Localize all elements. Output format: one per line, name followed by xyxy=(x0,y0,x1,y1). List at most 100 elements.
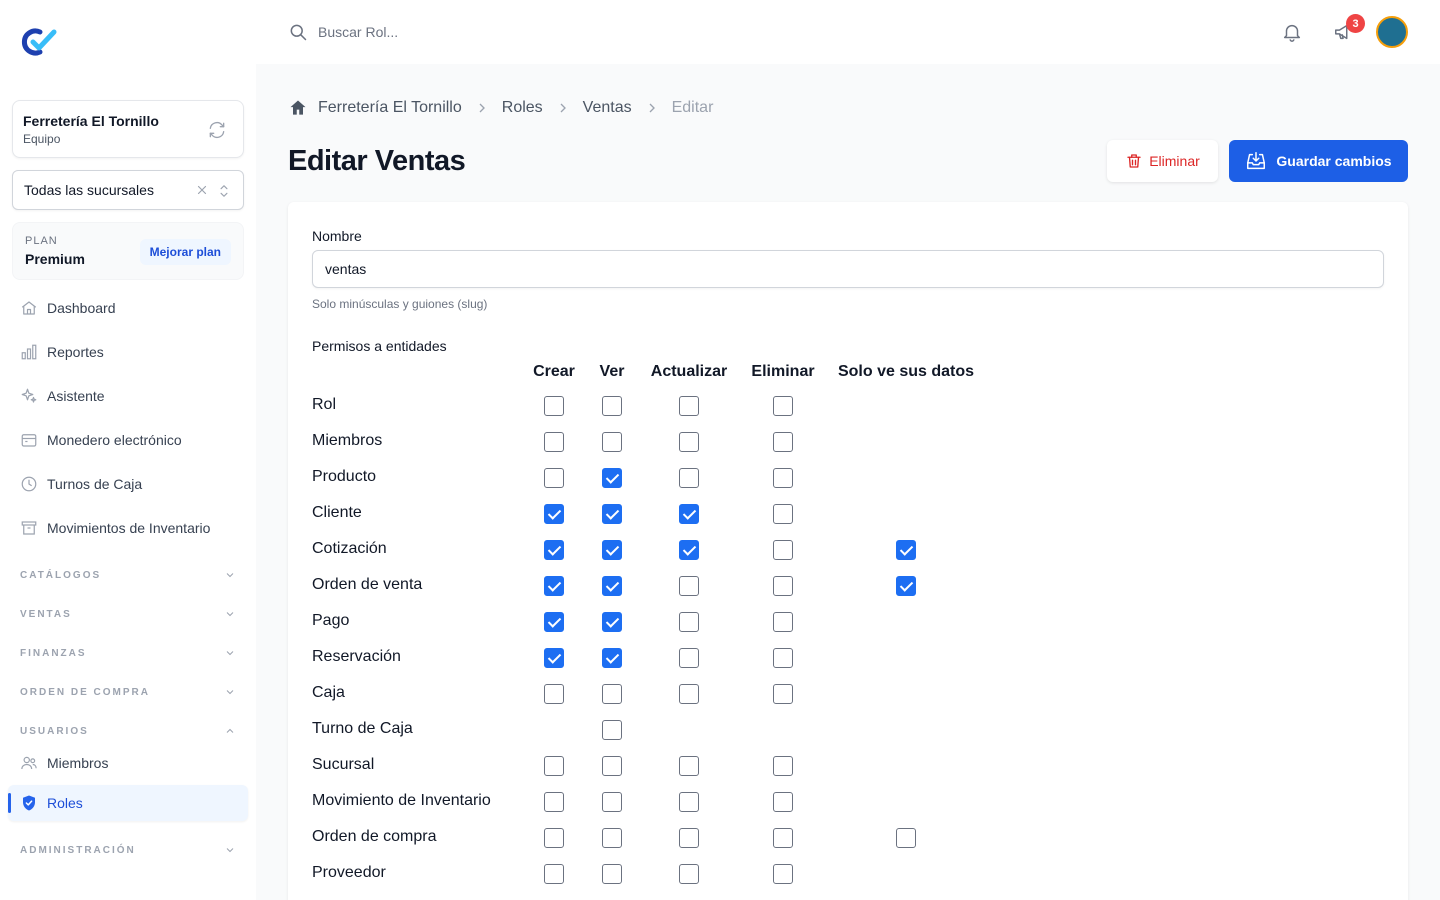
permission-checkbox-actualizar[interactable] xyxy=(679,864,699,884)
permission-checkbox-actualizar[interactable] xyxy=(679,756,699,776)
permission-checkbox-crear[interactable] xyxy=(544,468,564,488)
bell-icon[interactable] xyxy=(1281,21,1303,43)
permission-checkbox-crear[interactable] xyxy=(544,576,564,596)
delete-button[interactable]: Eliminar xyxy=(1107,140,1218,182)
sidebar-section-orden-compra[interactable]: ORDEN DE COMPRA xyxy=(20,684,236,700)
permission-row-label: Miembros xyxy=(312,432,383,449)
permission-checkbox-ver[interactable] xyxy=(602,504,622,524)
sidebar-item-reportes[interactable]: Reportes xyxy=(12,334,248,370)
sidebar-item-asistente[interactable]: Asistente xyxy=(12,378,248,414)
search-input[interactable] xyxy=(318,18,818,46)
permission-row-label: Orden de venta xyxy=(312,576,423,593)
permission-checkbox-actualizar[interactable] xyxy=(679,432,699,452)
permission-checkbox-ver[interactable] xyxy=(602,576,622,596)
app-logo-icon[interactable] xyxy=(18,26,58,58)
permission-checkbox-actualizar[interactable] xyxy=(679,396,699,416)
branch-select[interactable]: Todas las sucursales xyxy=(12,170,244,210)
save-button[interactable]: Guardar cambios xyxy=(1229,140,1408,182)
permission-checkbox-ver[interactable] xyxy=(602,648,622,668)
search-icon xyxy=(290,24,307,41)
permission-checkbox-eliminar[interactable] xyxy=(773,792,793,812)
permission-checkbox-crear[interactable] xyxy=(544,504,564,524)
permission-checkbox-solo-sus-datos[interactable] xyxy=(896,540,916,560)
permission-checkbox-eliminar[interactable] xyxy=(773,612,793,632)
permission-checkbox-eliminar[interactable] xyxy=(773,756,793,776)
breadcrumb-ventas[interactable]: Ventas xyxy=(583,99,632,117)
permission-checkbox-actualizar[interactable] xyxy=(679,468,699,488)
permission-checkbox-eliminar[interactable] xyxy=(773,468,793,488)
sidebar-section-administracion[interactable]: ADMINISTRACIÓN xyxy=(20,842,236,858)
team-switcher[interactable]: Ferretería El Tornillo Equipo xyxy=(12,100,244,158)
sidebar-item-movimientos-inventario[interactable]: Movimientos de Inventario xyxy=(12,510,248,546)
permission-checkbox-crear[interactable] xyxy=(544,432,564,452)
sidebar-section-catalogos[interactable]: CATÁLOGOS xyxy=(20,567,236,583)
permission-checkbox-ver[interactable] xyxy=(602,468,622,488)
sidebar-section-label: ORDEN DE COMPRA xyxy=(20,686,151,698)
permission-checkbox-actualizar[interactable] xyxy=(679,576,699,596)
sidebar-item-monedero[interactable]: Monedero electrónico xyxy=(12,422,248,458)
permission-row-label: Turno de Caja xyxy=(312,720,413,737)
chevron-down-icon xyxy=(226,848,234,853)
permission-checkbox-eliminar[interactable] xyxy=(773,576,793,596)
permission-checkbox-crear[interactable] xyxy=(544,864,564,884)
permission-checkbox-crear[interactable] xyxy=(544,828,564,848)
permission-checkbox-eliminar[interactable] xyxy=(773,432,793,452)
avatar[interactable] xyxy=(1376,16,1408,48)
permission-checkbox-ver[interactable] xyxy=(602,396,622,416)
home-icon[interactable] xyxy=(288,98,308,118)
chevron-down-icon xyxy=(226,690,234,695)
permission-checkbox-actualizar[interactable] xyxy=(679,684,699,704)
permission-checkbox-crear[interactable] xyxy=(544,684,564,704)
permission-checkbox-solo-sus-datos[interactable] xyxy=(896,576,916,596)
permission-checkbox-actualizar[interactable] xyxy=(679,612,699,632)
permission-checkbox-ver[interactable] xyxy=(602,720,622,740)
chevron-up-down-icon[interactable] xyxy=(217,182,231,200)
permission-checkbox-solo-sus-datos[interactable] xyxy=(896,828,916,848)
permission-checkbox-eliminar[interactable] xyxy=(773,396,793,416)
permission-checkbox-crear[interactable] xyxy=(544,612,564,632)
permission-checkbox-actualizar[interactable] xyxy=(679,828,699,848)
breadcrumb-roles[interactable]: Roles xyxy=(502,99,543,117)
permission-checkbox-ver[interactable] xyxy=(602,864,622,884)
permission-checkbox-ver[interactable] xyxy=(602,612,622,632)
refresh-icon[interactable] xyxy=(207,120,227,140)
permission-checkbox-actualizar[interactable] xyxy=(679,504,699,524)
permission-checkbox-crear[interactable] xyxy=(544,648,564,668)
sidebar-section-ventas[interactable]: VENTAS xyxy=(20,606,236,622)
column-header-crear: Crear xyxy=(533,363,575,380)
permission-checkbox-actualizar[interactable] xyxy=(679,540,699,560)
sidebar-section-label: ADMINISTRACIÓN xyxy=(20,844,136,856)
upgrade-plan-button[interactable]: Mejorar plan xyxy=(139,239,231,265)
permission-checkbox-ver[interactable] xyxy=(602,684,622,704)
permission-checkbox-ver[interactable] xyxy=(602,540,622,560)
permission-checkbox-eliminar[interactable] xyxy=(773,864,793,884)
sidebar-section-usuarios[interactable]: USUARIOS xyxy=(20,723,236,739)
trash-icon xyxy=(1127,154,1141,168)
permission-checkbox-eliminar[interactable] xyxy=(773,828,793,848)
column-header-ver: Ver xyxy=(599,363,625,380)
sidebar-item-roles[interactable]: Roles xyxy=(8,785,248,821)
permission-checkbox-ver[interactable] xyxy=(602,828,622,848)
sidebar-section-label: VENTAS xyxy=(20,608,72,620)
permission-checkbox-ver[interactable] xyxy=(602,432,622,452)
permission-checkbox-actualizar[interactable] xyxy=(679,792,699,812)
permission-checkbox-crear[interactable] xyxy=(544,792,564,812)
permission-checkbox-eliminar[interactable] xyxy=(773,540,793,560)
sidebar-item-dashboard[interactable]: Dashboard xyxy=(12,290,248,326)
permission-checkbox-actualizar[interactable] xyxy=(679,648,699,668)
breadcrumb-team[interactable]: Ferretería El Tornillo xyxy=(318,99,462,117)
permission-checkbox-ver[interactable] xyxy=(602,792,622,812)
permission-checkbox-eliminar[interactable] xyxy=(773,648,793,668)
permission-checkbox-crear[interactable] xyxy=(544,540,564,560)
sidebar-section-finanzas[interactable]: FINANZAS xyxy=(20,645,236,661)
sidebar-section-label: CATÁLOGOS xyxy=(20,569,102,581)
sidebar-item-miembros[interactable]: Miembros xyxy=(12,745,248,781)
permission-checkbox-crear[interactable] xyxy=(544,396,564,416)
sidebar-item-turnos-caja[interactable]: Turnos de Caja xyxy=(12,466,248,502)
close-icon[interactable] xyxy=(195,183,209,197)
permission-checkbox-eliminar[interactable] xyxy=(773,684,793,704)
permission-checkbox-eliminar[interactable] xyxy=(773,504,793,524)
permission-checkbox-ver[interactable] xyxy=(602,756,622,776)
permission-checkbox-crear[interactable] xyxy=(544,756,564,776)
name-input[interactable] xyxy=(312,250,1384,288)
